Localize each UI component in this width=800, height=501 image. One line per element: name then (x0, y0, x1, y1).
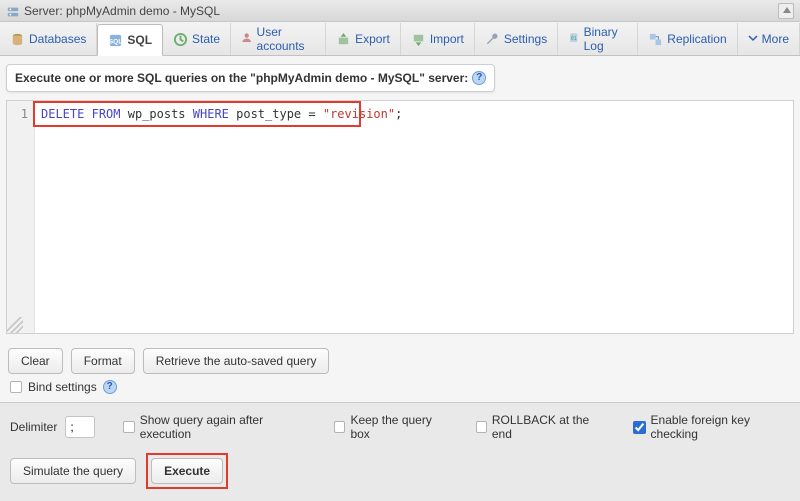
tab-more[interactable]: More (738, 23, 800, 55)
sql-editor[interactable]: 1 DELETE FROM wp_posts WHERE post_type =… (6, 100, 794, 334)
tab-user-accounts[interactable]: User accounts (231, 23, 326, 55)
tab-label: Binary Log (584, 25, 628, 53)
import-icon (411, 32, 426, 47)
annotation-highlight-execute: Execute (146, 453, 228, 489)
instruction-bar: Execute one or more SQL queries on the "… (6, 64, 495, 92)
checkbox-unchecked (476, 421, 487, 433)
clear-button[interactable]: Clear (8, 348, 63, 374)
tab-settings[interactable]: Settings (475, 23, 558, 55)
svg-text:01: 01 (571, 35, 577, 41)
editor-content[interactable]: DELETE FROM wp_posts WHERE post_type = "… (7, 101, 793, 333)
replication-icon (648, 32, 663, 47)
svg-text:SQL: SQL (109, 38, 122, 45)
tab-label: User accounts (257, 25, 316, 53)
foreign-key-check-option[interactable]: Enable foreign key checking (633, 413, 790, 441)
tab-label: State (192, 32, 220, 46)
tab-label: Settings (504, 32, 547, 46)
option-label: ROLLBACK at the end (492, 413, 605, 441)
tab-label: Export (355, 32, 390, 46)
binary-log-icon: 01 (568, 32, 579, 47)
keep-query-box-option[interactable]: Keep the query box (334, 413, 447, 441)
instruction-prefix: Execute one or more SQL queries on the (15, 71, 250, 85)
tab-label: SQL (127, 33, 152, 47)
tab-sql[interactable]: SQL SQL (97, 24, 163, 56)
editor-button-row: Clear Format Retrieve the auto-saved que… (8, 348, 792, 374)
help-icon[interactable]: ? (103, 380, 117, 394)
status-icon (173, 32, 188, 47)
sql-line-1: DELETE FROM wp_posts WHERE post_type = "… (41, 107, 793, 121)
option-label: Keep the query box (350, 413, 447, 441)
delimiter-label: Delimiter (10, 420, 57, 434)
instruction-suffix: server: (425, 71, 468, 85)
bind-settings-checkbox[interactable] (10, 381, 22, 393)
tab-label: Replication (667, 32, 726, 46)
wrench-icon (485, 32, 500, 47)
resize-handle-icon[interactable] (7, 317, 23, 333)
execute-row: Simulate the query Execute (10, 453, 790, 489)
help-icon[interactable]: ? (472, 71, 486, 85)
database-icon (10, 32, 25, 47)
delimiter-input[interactable] (65, 416, 95, 438)
checkbox-unchecked (123, 421, 134, 433)
checkbox-checked[interactable] (633, 421, 646, 434)
export-icon (336, 32, 351, 47)
tab-label: Import (430, 32, 464, 46)
format-button[interactable]: Format (71, 348, 135, 374)
execute-button[interactable]: Execute (151, 458, 223, 484)
footer-options-row: Delimiter Show query again after executi… (10, 413, 790, 441)
sql-icon: SQL (108, 33, 123, 48)
top-tabs: Databases SQL SQL State User accounts Ex… (0, 22, 800, 56)
tab-export[interactable]: Export (326, 23, 401, 55)
show-query-again-option[interactable]: Show query again after execution (123, 413, 306, 441)
tab-state[interactable]: State (163, 23, 231, 55)
tab-label: More (762, 32, 789, 46)
bind-settings-label: Bind settings (28, 380, 97, 394)
tab-label: Databases (29, 32, 86, 46)
footer-panel: Delimiter Show query again after executi… (0, 402, 800, 501)
server-icon (6, 4, 20, 18)
users-icon (241, 32, 252, 47)
delimiter-group: Delimiter (10, 416, 95, 438)
tab-replication[interactable]: Replication (638, 23, 737, 55)
tab-import[interactable]: Import (401, 23, 475, 55)
option-label: Enable foreign key checking (651, 413, 790, 441)
instruction-server: "phpMyAdmin demo - MySQL" (250, 71, 425, 85)
collapse-panel-button[interactable] (778, 3, 794, 19)
tab-databases[interactable]: Databases (0, 23, 97, 55)
bind-settings-row: Bind settings ? (10, 380, 790, 394)
chevron-down-icon (748, 32, 758, 47)
retrieve-autosaved-button[interactable]: Retrieve the auto-saved query (143, 348, 330, 374)
rollback-option[interactable]: ROLLBACK at the end (476, 413, 605, 441)
server-breadcrumb: Server: phpMyAdmin demo - MySQL (0, 0, 800, 22)
breadcrumb-text: Server: phpMyAdmin demo - MySQL (24, 0, 220, 22)
simulate-query-button[interactable]: Simulate the query (10, 458, 136, 484)
tab-binary-log[interactable]: 01 Binary Log (558, 23, 638, 55)
option-label: Show query again after execution (140, 413, 306, 441)
checkbox-unchecked (334, 421, 345, 433)
